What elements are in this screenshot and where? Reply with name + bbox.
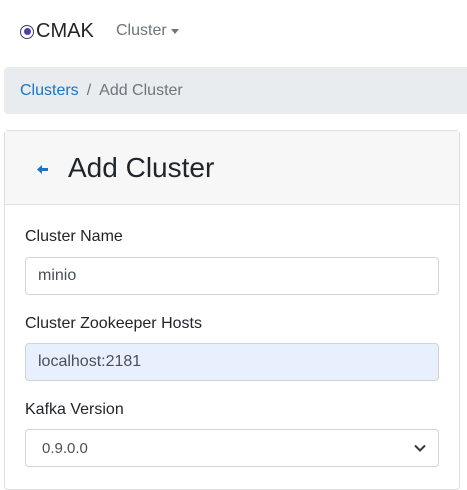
chevron-down-icon (414, 444, 426, 452)
add-cluster-card: Add Cluster Cluster Name Cluster Zookeep… (4, 130, 460, 490)
brand-name: CMAK (36, 20, 94, 42)
cluster-name-input[interactable] (25, 257, 439, 295)
navbar: CMAK Cluster (0, 0, 467, 66)
target-circle-icon (20, 24, 34, 39)
kafka-version-select[interactable]: 0.9.0.0 (25, 429, 439, 467)
card-header: Add Cluster (5, 131, 459, 205)
zookeeper-hosts-input[interactable] (25, 343, 439, 381)
caret-down-icon (170, 29, 179, 34)
breadcrumb-separator: / (86, 81, 92, 99)
page-title: Add Cluster (68, 151, 215, 183)
kafka-version-value: 0.9.0.0 (42, 439, 88, 457)
zookeeper-hosts-label: Cluster Zookeeper Hosts (25, 315, 202, 332)
cluster-name-label: Cluster Name (25, 228, 123, 245)
breadcrumb: Clusters / Add Cluster (4, 67, 467, 114)
cluster-dropdown-label: Cluster (116, 22, 167, 39)
breadcrumb-current: Add Cluster (99, 81, 183, 99)
breadcrumb-clusters-link[interactable]: Clusters (20, 82, 79, 100)
cluster-dropdown[interactable]: Cluster (116, 22, 179, 40)
brand-logo[interactable]: CMAK (20, 20, 94, 43)
left-arrow-icon[interactable] (37, 162, 51, 176)
kafka-version-label: Kafka Version (25, 401, 124, 418)
